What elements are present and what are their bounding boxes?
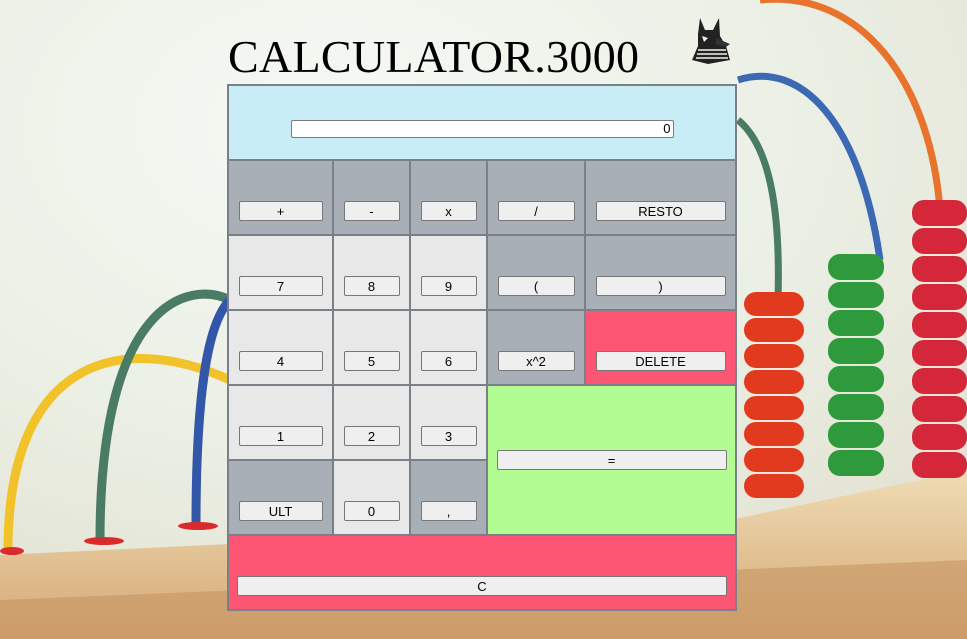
digit-6-button[interactable]: 6 <box>420 351 477 371</box>
cell-open-paren: ( <box>486 234 586 311</box>
divide-button[interactable]: / <box>497 201 575 221</box>
delete-button[interactable]: DELETE <box>595 351 726 371</box>
cell-resto: RESTO <box>584 159 737 236</box>
digit-4-button[interactable]: 4 <box>238 351 323 371</box>
cell-ult: ULT <box>227 459 334 536</box>
anubis-head-icon <box>692 18 730 64</box>
cell-square: x^2 <box>486 309 586 386</box>
cell-plus: + <box>227 159 334 236</box>
cell-nine: 9 <box>409 234 488 311</box>
cell-eight: 8 <box>332 234 411 311</box>
cell-three: 3 <box>409 384 488 461</box>
digit-7-button[interactable]: 7 <box>238 276 323 296</box>
multiply-button[interactable]: x <box>420 201 477 221</box>
minus-button[interactable]: - <box>343 201 400 221</box>
cell-four: 4 <box>227 309 334 386</box>
ult-button[interactable]: ULT <box>238 501 323 521</box>
cell-five: 5 <box>332 309 411 386</box>
display-panel <box>227 84 737 161</box>
cell-two: 2 <box>332 384 411 461</box>
cell-times: x <box>409 159 488 236</box>
digit-8-button[interactable]: 8 <box>343 276 400 296</box>
digit-5-button[interactable]: 5 <box>343 351 400 371</box>
digit-9-button[interactable]: 9 <box>420 276 477 296</box>
equals-button[interactable]: = <box>496 450 727 470</box>
cell-minus: - <box>332 159 411 236</box>
cell-delete: DELETE <box>584 309 737 386</box>
comma-button[interactable]: , <box>420 501 477 521</box>
modulo-button[interactable]: RESTO <box>595 201 726 221</box>
cell-comma: , <box>409 459 488 536</box>
close-paren-button[interactable]: ) <box>595 276 726 296</box>
square-button[interactable]: x^2 <box>497 351 575 371</box>
open-paren-button[interactable]: ( <box>497 276 575 296</box>
clear-button[interactable]: C <box>237 576 727 596</box>
display-field[interactable] <box>290 119 674 138</box>
cell-seven: 7 <box>227 234 334 311</box>
cell-equals: = <box>486 384 737 536</box>
digit-3-button[interactable]: 3 <box>420 426 477 446</box>
digit-1-button[interactable]: 1 <box>238 426 323 446</box>
page-title: CALCULATOR.3000 <box>228 31 640 82</box>
cell-close-paren: ) <box>584 234 737 311</box>
cell-one: 1 <box>227 384 334 461</box>
cell-six: 6 <box>409 309 488 386</box>
calculator: + - x / RESTO 7 8 9 ( ) 4 5 6 x^2 DELETE… <box>227 84 737 611</box>
cell-divide: / <box>486 159 586 236</box>
digit-0-button[interactable]: 0 <box>343 501 400 521</box>
cell-clear: C <box>227 534 737 611</box>
plus-button[interactable]: + <box>238 201 323 221</box>
cell-zero: 0 <box>332 459 411 536</box>
digit-2-button[interactable]: 2 <box>343 426 400 446</box>
